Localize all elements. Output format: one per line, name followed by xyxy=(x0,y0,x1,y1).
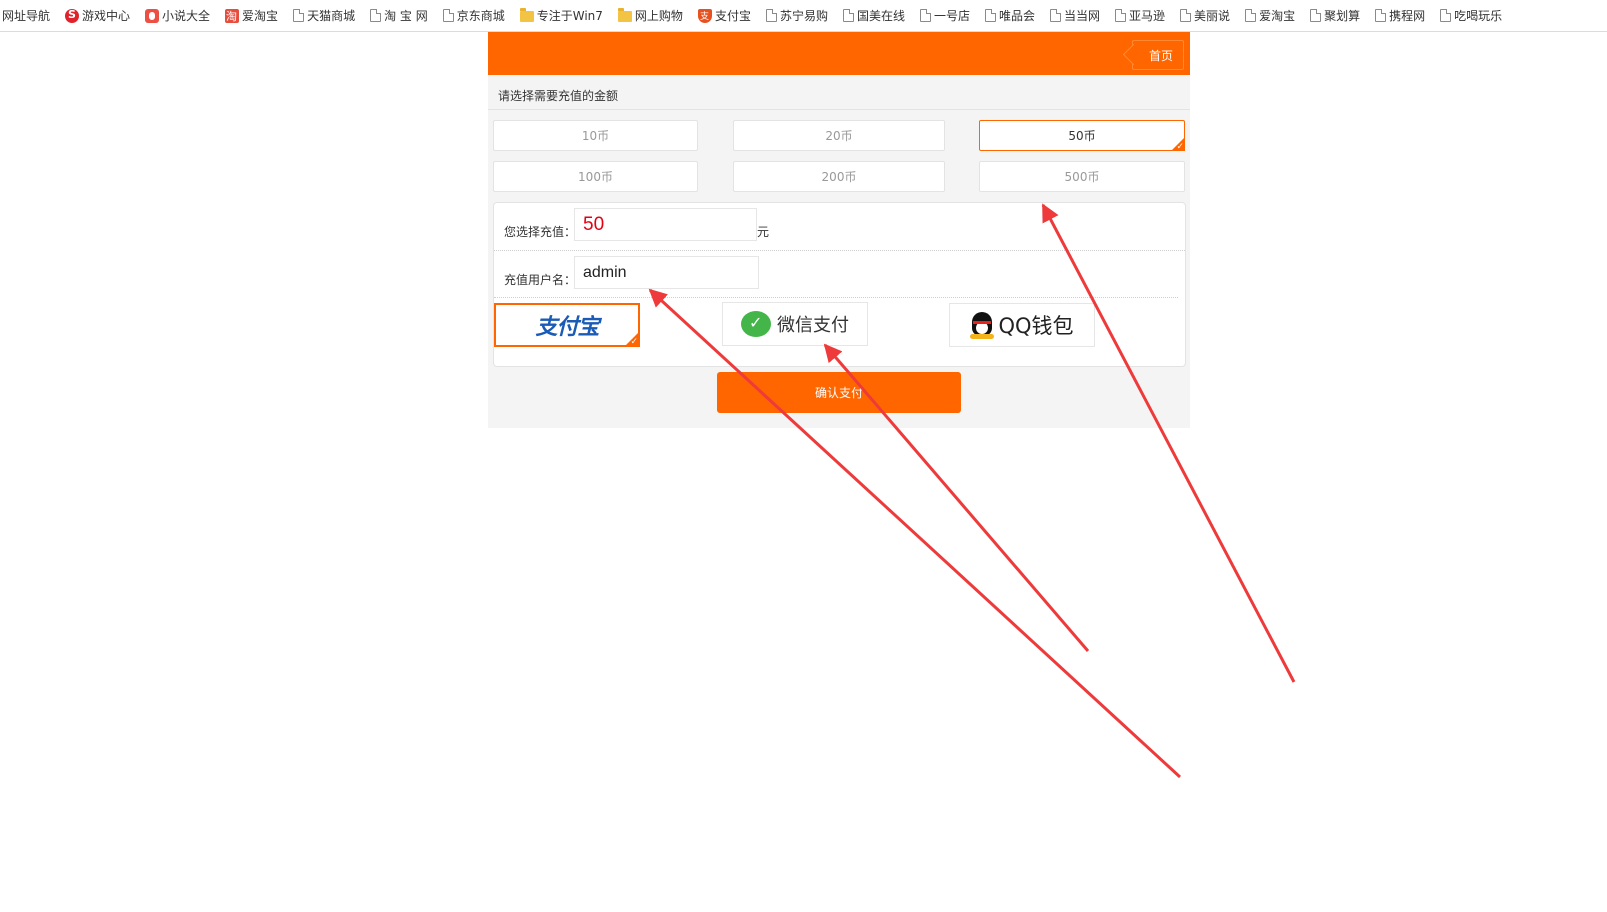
amount-option-10[interactable]: 10币 xyxy=(493,120,698,151)
bookmark-juhuasuan[interactable]: 聚划算 xyxy=(1310,6,1360,26)
selected-check-icon xyxy=(1171,137,1185,152)
taobao-icon xyxy=(225,8,240,24)
bookmark-meilishuo[interactable]: 美丽说 xyxy=(1180,6,1230,26)
page-icon xyxy=(985,9,996,22)
bookmark-tmall[interactable]: 天猫商城 xyxy=(293,6,355,26)
page-icon xyxy=(1115,9,1127,22)
qq-penguin-icon xyxy=(970,310,995,340)
bookmark-nav[interactable]: 网址导航 xyxy=(2,6,50,26)
page-icon xyxy=(1375,9,1387,22)
page-icon xyxy=(1050,9,1062,22)
recharge-form: 您选择充值： 50 元 充值用户名： admin 支付宝 微信支付 QQ钱包 xyxy=(493,202,1186,367)
page-icon xyxy=(1440,9,1452,22)
bookmark-yhd[interactable]: 一号店 xyxy=(919,6,970,26)
row-divider xyxy=(494,250,1185,251)
qq-wallet-option[interactable]: QQ钱包 xyxy=(949,303,1095,347)
bookmarks-bar: 网址导航 游戏中心 小说大全 爱淘宝 天猫商城 淘 宝 网 京东商城 专注于Wi… xyxy=(0,0,1607,32)
recharge-page: 首页 请选择需要充值的金额 10币 20币 50币 100币 200币 500币… xyxy=(488,32,1190,428)
confirm-pay-button[interactable]: 确认支付 xyxy=(717,372,961,413)
bookmark-win7-folder[interactable]: 专注于Win7 xyxy=(519,6,603,26)
bookmark-jd[interactable]: 京东商城 xyxy=(442,6,505,26)
page-icon xyxy=(370,9,382,22)
page-icon xyxy=(919,9,931,22)
row-divider xyxy=(494,297,1178,298)
amount-option-50[interactable]: 50币 xyxy=(979,120,1185,152)
selected-check-icon xyxy=(625,332,639,347)
page-icon xyxy=(842,9,854,22)
page-header: 首页 xyxy=(488,32,1190,75)
page-icon xyxy=(1180,9,1192,22)
username-label: 充值用户名： xyxy=(504,273,577,287)
bookmark-food[interactable]: 吃喝玩乐 xyxy=(1440,6,1502,26)
bookmark-shopping-folder[interactable]: 网上购物 xyxy=(617,6,683,26)
folder-icon xyxy=(519,8,534,22)
amount-option-100[interactable]: 100币 xyxy=(493,161,698,192)
bookmark-ctrip[interactable]: 携程网 xyxy=(1375,6,1425,26)
bookmark-aitaobao[interactable]: 爱淘宝 xyxy=(225,6,278,26)
alipay-option[interactable]: 支付宝 xyxy=(494,303,640,347)
page-icon xyxy=(1245,9,1257,22)
bookmark-aitaobao-2[interactable]: 爱淘宝 xyxy=(1245,6,1295,26)
amount-option-200[interactable]: 200币 xyxy=(733,161,945,192)
divider xyxy=(488,109,1190,110)
amount-option-500[interactable]: 500币 xyxy=(979,161,1185,192)
bookmark-alipay[interactable]: 支付宝 xyxy=(697,6,751,26)
alipay-logo: 支付宝 xyxy=(535,309,599,341)
bookmark-vip[interactable]: 唯品会 xyxy=(985,6,1035,26)
bookmark-suning[interactable]: 苏宁易购 xyxy=(765,6,828,26)
bookmark-amazon[interactable]: 亚马逊 xyxy=(1115,6,1165,26)
bookmark-games[interactable]: 游戏中心 xyxy=(65,6,130,26)
games-icon xyxy=(65,8,80,23)
wechat-pay-option[interactable]: 微信支付 xyxy=(722,302,868,346)
amount-unit: 元 xyxy=(757,225,770,239)
page-icon xyxy=(765,9,777,22)
amount-option-20[interactable]: 20币 xyxy=(733,120,945,151)
alipay-shield-icon xyxy=(697,8,712,23)
amount-field[interactable]: 50 xyxy=(574,208,757,241)
wechat-pay-icon xyxy=(741,311,771,337)
home-button[interactable]: 首页 xyxy=(1132,40,1184,70)
page-icon xyxy=(293,9,305,22)
page-icon xyxy=(442,9,454,22)
bookmark-novels[interactable]: 小说大全 xyxy=(145,6,210,26)
username-field[interactable]: admin xyxy=(574,256,759,289)
page-icon xyxy=(1310,9,1322,22)
bookmark-gome[interactable]: 国美在线 xyxy=(842,6,905,26)
bookmark-dangdang[interactable]: 当当网 xyxy=(1050,6,1100,26)
folder-icon xyxy=(617,8,632,22)
amount-label: 您选择充值： xyxy=(504,225,577,239)
novel-icon xyxy=(145,8,160,23)
bookmark-taobao[interactable]: 淘 宝 网 xyxy=(370,6,428,26)
amount-prompt: 请选择需要充值的金额 xyxy=(498,89,619,103)
